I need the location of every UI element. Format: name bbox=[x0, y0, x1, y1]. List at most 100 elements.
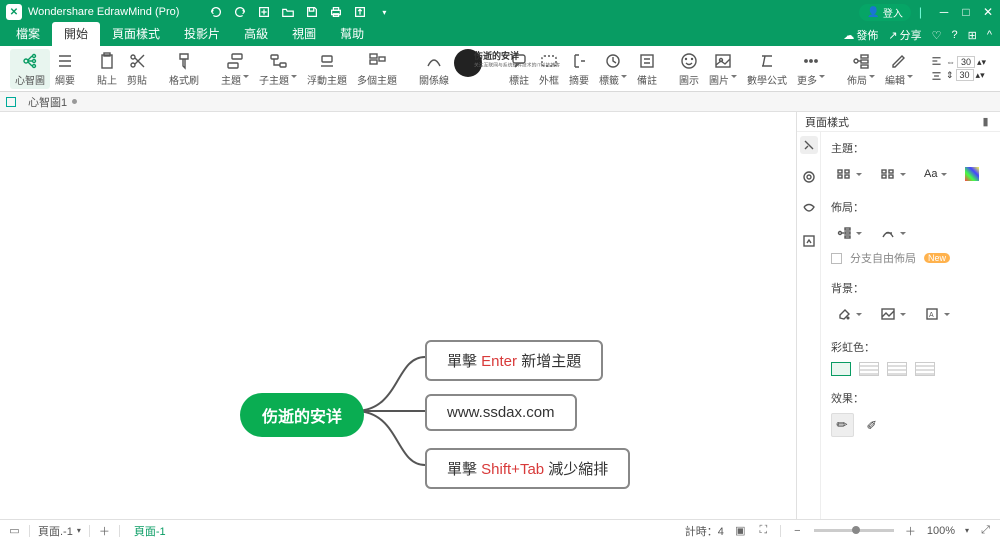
svg-text:A: A bbox=[929, 312, 934, 319]
sidebar-pin-icon[interactable]: ▮ bbox=[979, 115, 992, 128]
menu-home[interactable]: 開始 bbox=[52, 22, 100, 46]
notify-icon[interactable]: ♡ bbox=[932, 29, 942, 42]
sb-tab-clip[interactable] bbox=[800, 232, 818, 250]
grid-icon[interactable]: ⊞ bbox=[968, 29, 977, 42]
rainbow-opt-3[interactable] bbox=[887, 362, 907, 376]
child-topic-1[interactable]: 單擊 Enter 新增主題 bbox=[425, 340, 603, 381]
subtopic-button[interactable]: 子主題 bbox=[254, 49, 302, 89]
bg-watermark[interactable]: A bbox=[919, 303, 955, 325]
sb-tab-icon[interactable] bbox=[800, 200, 818, 218]
tag-button[interactable]: 標籤 bbox=[594, 49, 632, 89]
v-spacing-value[interactable]: 30 bbox=[956, 69, 974, 81]
section-theme: 主題： Aa bbox=[831, 140, 990, 185]
add-page-button[interactable]: ＋ bbox=[98, 524, 111, 537]
rainbow-opt-1[interactable] bbox=[831, 362, 851, 376]
sidebar-header: 頁面樣式 ▮ bbox=[797, 112, 1000, 132]
root-topic[interactable]: 伤逝的安详 bbox=[240, 393, 364, 437]
multiple-topic-button[interactable]: 多個主題 bbox=[352, 49, 402, 89]
fit-icon[interactable]: ⛶ bbox=[757, 524, 770, 537]
format-brush-button[interactable]: 格式刷 bbox=[164, 49, 204, 89]
sb-tab-style[interactable] bbox=[800, 136, 818, 154]
save-icon[interactable] bbox=[305, 5, 319, 19]
login-button[interactable]: 👤 登入 bbox=[859, 4, 910, 21]
font-select[interactable]: Aa bbox=[919, 165, 952, 183]
menubar-right: ☁ 發佈 ↗ 分享 ♡ ? ⊞ ^ bbox=[843, 27, 1000, 46]
new-icon[interactable] bbox=[257, 5, 271, 19]
maximize-button[interactable]: □ bbox=[960, 5, 972, 19]
collapse-ribbon-icon[interactable]: ^ bbox=[987, 29, 992, 41]
border-button[interactable]: 外框 bbox=[534, 49, 564, 89]
free-branch-checkbox[interactable] bbox=[831, 253, 842, 264]
zoom-slider[interactable] bbox=[814, 529, 894, 532]
zoom-dropdown[interactable]: ▾ bbox=[965, 526, 969, 535]
layout-button[interactable]: 佈局 bbox=[842, 49, 880, 89]
menu-slideshow[interactable]: 投影片 bbox=[172, 22, 232, 46]
menu-file[interactable]: 檔案 bbox=[4, 22, 52, 46]
help-icon[interactable]: ? bbox=[951, 29, 957, 41]
canvas[interactable]: 伤逝的安详 單擊 Enter 新增主題 www.ssdax.com 單擊 Shi… bbox=[0, 112, 796, 519]
rainbow-opt-2[interactable] bbox=[859, 362, 879, 376]
theme-preset-2[interactable] bbox=[875, 163, 911, 185]
theme-preset-1[interactable] bbox=[831, 163, 867, 185]
titlebar-right: 👤 登入 | ─ □ ✕ bbox=[859, 4, 994, 21]
fullscreen-icon[interactable]: ⤢ bbox=[979, 524, 992, 537]
child-topic-2[interactable]: www.ssdax.com bbox=[425, 394, 577, 431]
open-icon[interactable] bbox=[281, 5, 295, 19]
rainbow-opt-4[interactable] bbox=[915, 362, 935, 376]
minimize-button[interactable]: ─ bbox=[938, 5, 950, 19]
icon-button[interactable]: 圖示 bbox=[674, 49, 704, 89]
paste-button[interactable]: 貼上 bbox=[92, 49, 122, 89]
menu-view[interactable]: 視圖 bbox=[280, 22, 328, 46]
share-button[interactable]: ↗ 分享 bbox=[888, 27, 921, 43]
more-icon bbox=[801, 51, 821, 71]
chevron-down-icon[interactable]: ▾ bbox=[377, 5, 391, 19]
more-button[interactable]: 更多 bbox=[792, 49, 830, 89]
menu-help[interactable]: 幫助 bbox=[328, 22, 376, 46]
document-tab[interactable]: 心智圖1 bbox=[22, 94, 83, 110]
remark-button[interactable]: 備註 bbox=[632, 49, 662, 89]
zoom-in-button[interactable]: ＋ bbox=[904, 524, 917, 537]
redo-icon[interactable] bbox=[233, 5, 247, 19]
effect-hand[interactable]: ✎ bbox=[831, 413, 854, 437]
zoom-out-button[interactable]: − bbox=[791, 524, 804, 537]
color-picker[interactable] bbox=[960, 164, 984, 184]
undo-icon[interactable] bbox=[209, 5, 223, 19]
bg-fill[interactable] bbox=[831, 303, 867, 325]
page-list-icon[interactable]: ▭ bbox=[8, 524, 21, 537]
modified-dot-icon bbox=[72, 99, 77, 104]
child-topic-3[interactable]: 單擊 Shift+Tab 減少縮排 bbox=[425, 448, 630, 489]
relation-button[interactable]: 關係線 bbox=[414, 49, 454, 89]
edit-button[interactable]: 編輯 bbox=[880, 49, 918, 89]
brush-icon bbox=[174, 51, 194, 71]
outline-view-button[interactable]: 綱要 bbox=[50, 49, 80, 89]
sidebar-content: 主題： Aa 佈局： 分支自由 bbox=[821, 132, 1000, 519]
summary-icon bbox=[569, 51, 589, 71]
menu-page-style[interactable]: 頁面樣式 bbox=[100, 22, 172, 46]
align-left-icon[interactable] bbox=[930, 55, 943, 68]
menu-advanced[interactable]: 高級 bbox=[232, 22, 280, 46]
floating-topic-button[interactable]: 浮動主題 bbox=[302, 49, 352, 89]
print-icon[interactable] bbox=[329, 5, 343, 19]
align-center-icon[interactable] bbox=[930, 70, 943, 83]
layout-connector[interactable] bbox=[875, 222, 911, 244]
image-button[interactable]: 圖片 bbox=[704, 49, 742, 89]
app-title: Wondershare EdrawMind (Pro) bbox=[28, 6, 179, 18]
publish-button[interactable]: ☁ 發佈 bbox=[843, 27, 878, 43]
mindmap-view-button[interactable]: 心智圖 bbox=[10, 49, 50, 89]
bg-image[interactable] bbox=[875, 303, 911, 325]
export-icon[interactable] bbox=[353, 5, 367, 19]
summary-button[interactable]: 摘要 bbox=[564, 49, 594, 89]
page-selector[interactable]: 頁面.-1▾ bbox=[38, 523, 81, 539]
quick-access-toolbar: ▾ bbox=[209, 5, 391, 19]
h-spacing-value[interactable]: 30 bbox=[957, 56, 975, 68]
focus-icon[interactable]: ▣ bbox=[734, 524, 747, 537]
effect-sketch[interactable]: ✏ bbox=[862, 414, 883, 436]
sb-tab-theme[interactable] bbox=[800, 168, 818, 186]
close-button[interactable]: ✕ bbox=[982, 5, 994, 19]
formula-button[interactable]: 數學公式 bbox=[742, 49, 792, 89]
main-area: 伤逝的安详 單擊 Enter 新增主題 www.ssdax.com 單擊 Shi… bbox=[0, 112, 1000, 519]
topic-button[interactable]: 主題 bbox=[216, 49, 254, 89]
page-tab-1[interactable]: 頁面-1 bbox=[128, 523, 172, 539]
layout-tree[interactable] bbox=[831, 222, 867, 244]
cut-copy-button[interactable]: 剪貼 bbox=[122, 49, 152, 89]
